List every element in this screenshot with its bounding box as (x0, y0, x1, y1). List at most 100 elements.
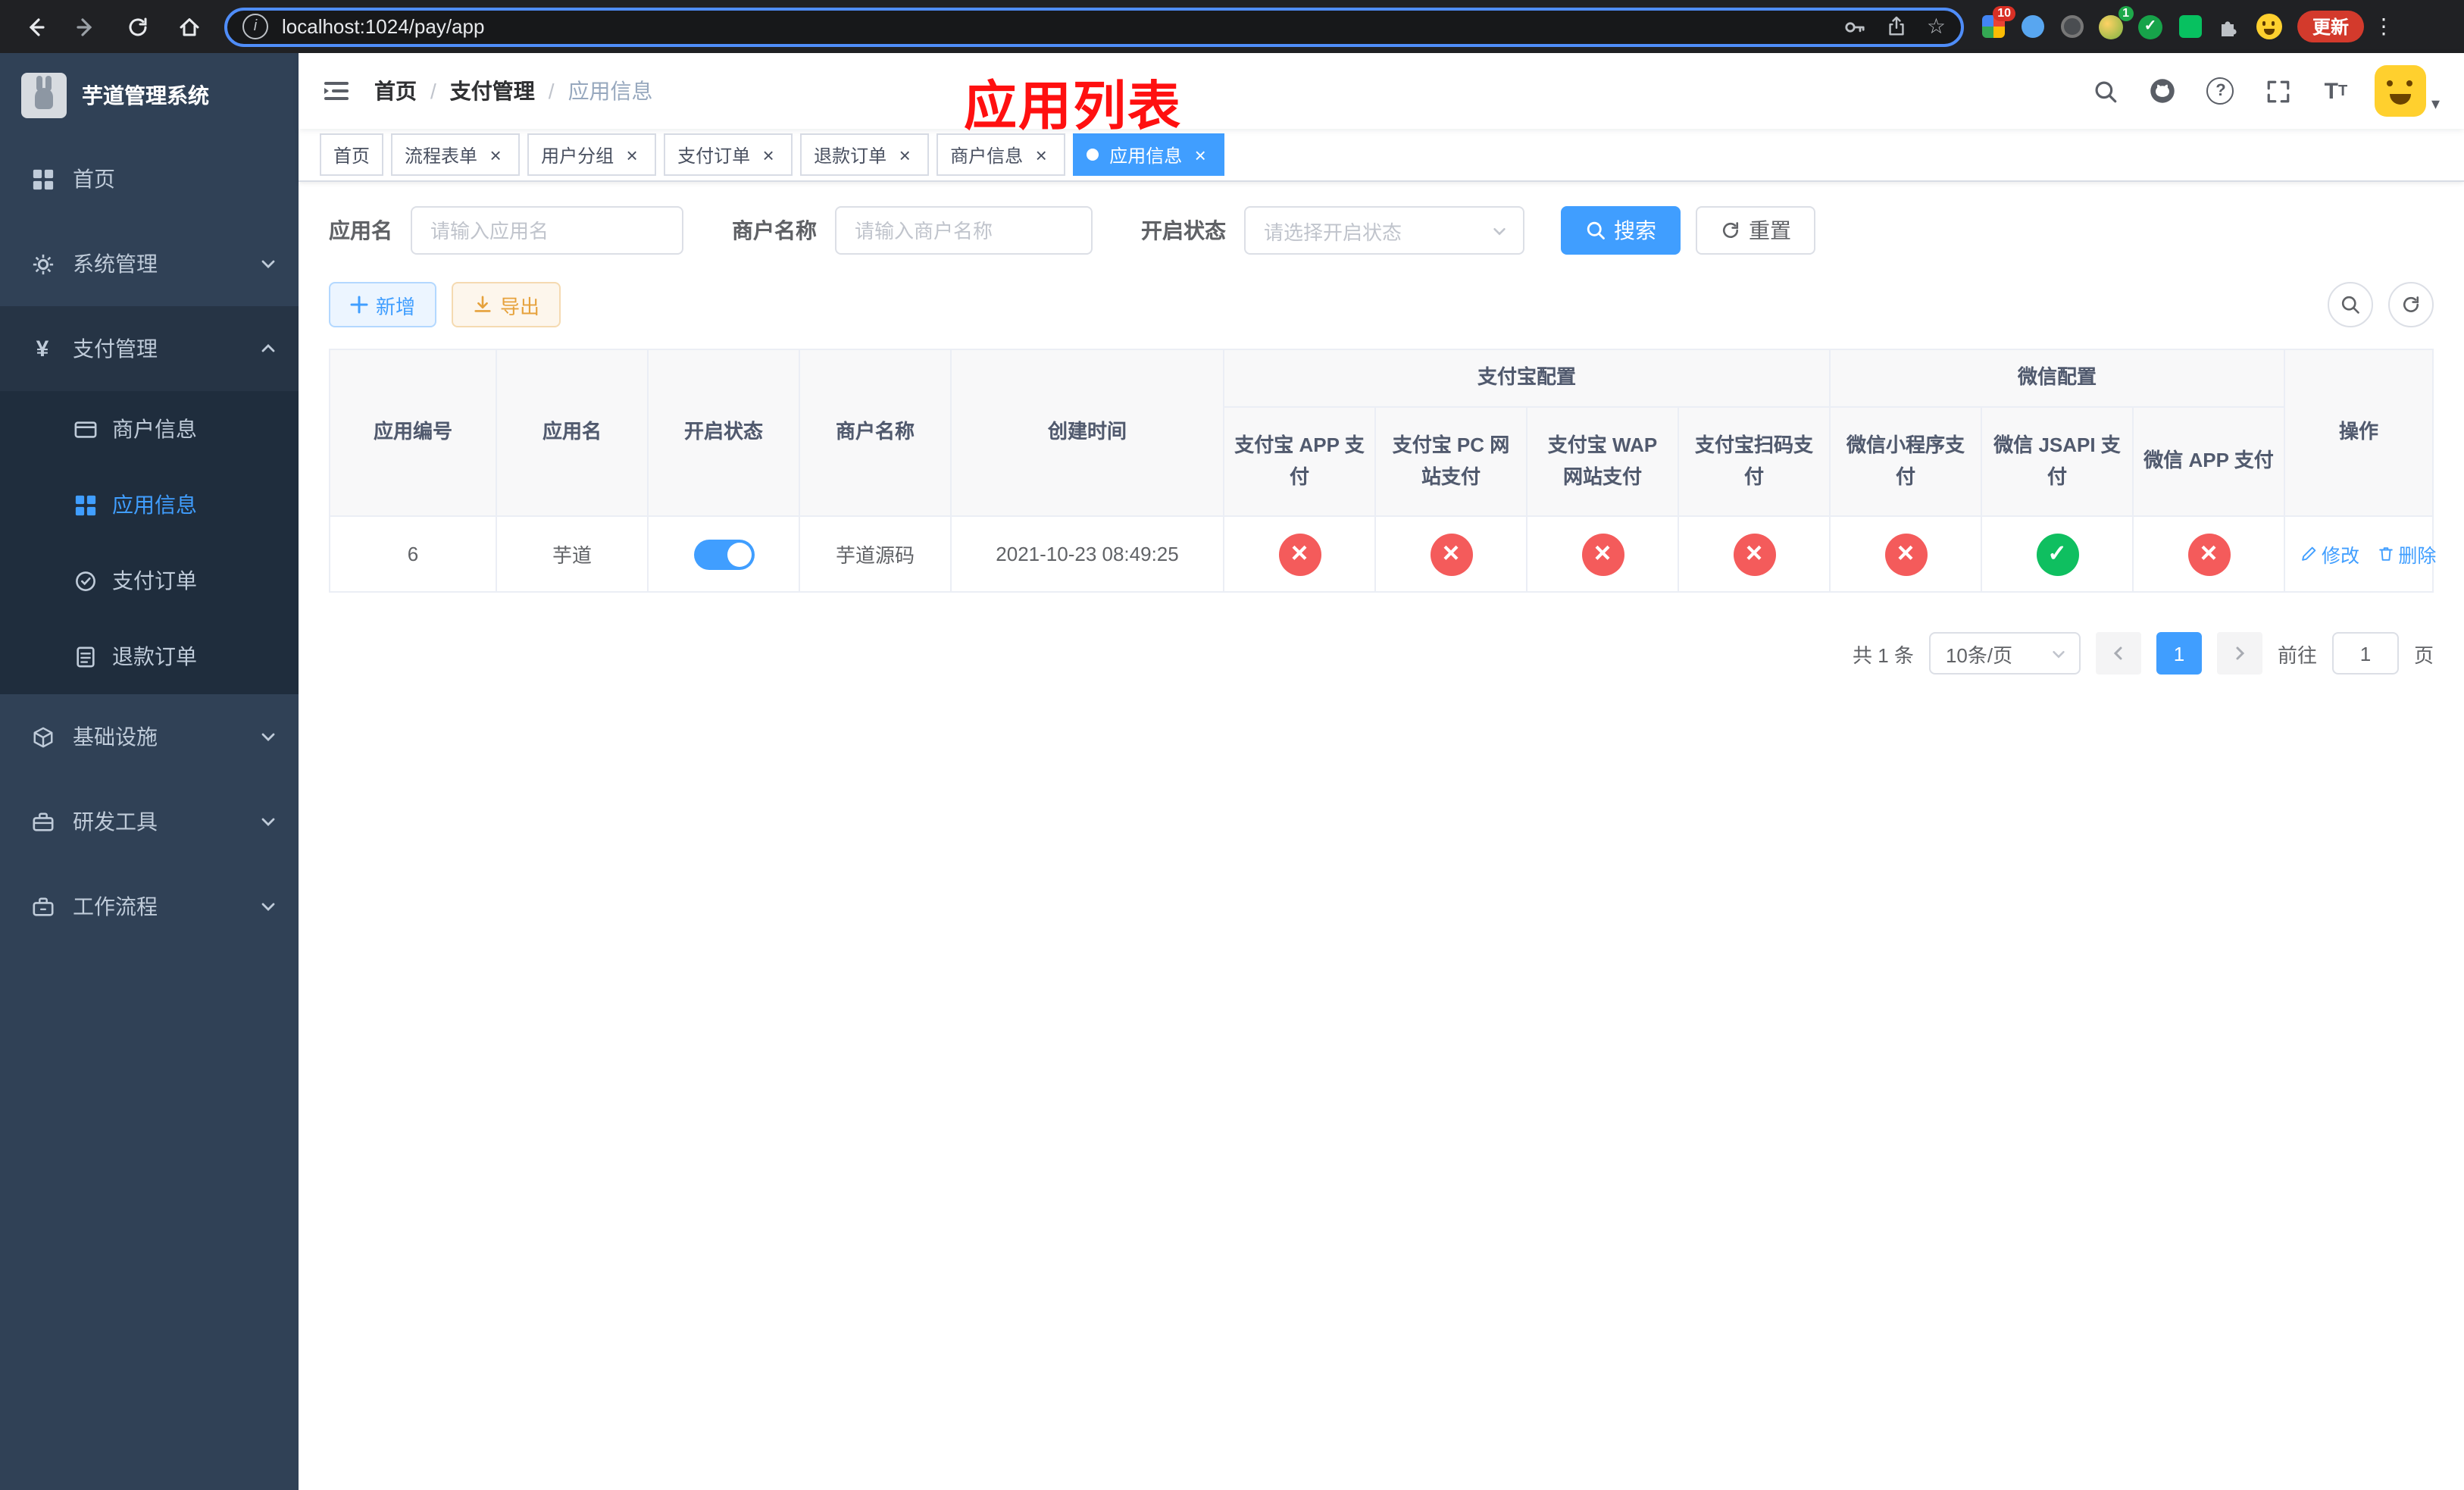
prev-page-button[interactable] (2095, 632, 2141, 675)
extension-grid-icon[interactable]: 10 (1979, 5, 2015, 40)
extension-avatar-icon[interactable]: 1 (2097, 5, 2134, 40)
fullscreen-icon[interactable] (2260, 73, 2297, 109)
url-text[interactable]: localhost:1024/pay/app (282, 15, 1843, 38)
app-logo[interactable]: 芋道管理系统 (0, 53, 299, 136)
extension-dark-circle-icon[interactable] (2058, 13, 2085, 40)
extension-drop-icon[interactable] (2018, 13, 2046, 40)
sidebar-item-merchant-info[interactable]: 商户信息 (0, 391, 299, 467)
sidebar-item-refund-order[interactable]: 退款订单 (0, 618, 299, 694)
logo-avatar (21, 72, 67, 117)
bookmark-star-icon[interactable]: ☆ (1927, 14, 1946, 39)
site-info-icon[interactable]: i (242, 14, 268, 39)
font-size-icon[interactable]: TT (2318, 73, 2354, 109)
next-page-button[interactable] (2216, 632, 2262, 675)
sidebar-item-home[interactable]: 首页 (0, 136, 299, 221)
sidebar-item-workflow[interactable]: 工作流程 (0, 864, 299, 949)
col-alipay-pc: 支付宝 PC 网站支付 (1375, 407, 1527, 517)
password-key-icon[interactable] (1843, 14, 1868, 39)
close-icon[interactable]: × (1190, 143, 1211, 166)
search-icon[interactable] (2087, 73, 2124, 109)
alipay-app-status-icon (1278, 533, 1321, 575)
sidebar-item-app-info[interactable]: 应用信息 (0, 467, 299, 543)
close-icon[interactable]: × (894, 143, 915, 166)
add-button[interactable]: 新增 (329, 282, 437, 327)
back-icon[interactable] (15, 7, 55, 46)
alipay-qr-status-icon (1733, 533, 1775, 575)
merchant-name-label: 商户名称 (732, 218, 817, 243)
close-icon[interactable]: × (621, 143, 643, 166)
breadcrumb-payment[interactable]: 支付管理 (450, 76, 535, 106)
address-bar[interactable]: i localhost:1024/pay/app ☆ (224, 7, 1964, 46)
tab-home[interactable]: 首页 (320, 133, 384, 176)
sidebar-item-infrastructure[interactable]: 基础设施 (0, 694, 299, 779)
goto-page-input[interactable] (2331, 632, 2399, 675)
app-name-label: 应用名 (329, 218, 392, 243)
refresh-icon[interactable] (2388, 282, 2434, 327)
tab-app-info[interactable]: 应用信息 × (1073, 133, 1225, 176)
close-icon[interactable]: × (485, 143, 506, 166)
help-icon[interactable]: ? (2203, 73, 2239, 109)
toggle-search-icon[interactable] (2328, 282, 2373, 327)
filter-form: 应用名 商户名称 开启状态 请选择开启状态 (329, 206, 2434, 255)
delete-link[interactable]: 删除 (2377, 540, 2436, 568)
sidebar-item-system[interactable]: 系统管理 (0, 221, 299, 306)
chevron-down-icon (259, 812, 277, 831)
edit-link[interactable]: 修改 (2300, 540, 2359, 568)
col-alipay-qr: 支付宝扫码支付 (1678, 407, 1831, 517)
merchant-name-input[interactable] (835, 206, 1093, 255)
browser-toolbar: i localhost:1024/pay/app ☆ 10 1 ✓ 更新 ⋮ (0, 0, 2464, 53)
search-button[interactable]: 搜索 (1561, 206, 1681, 255)
tab-user-group[interactable]: 用户分组 × (527, 133, 657, 176)
pagination: 共 1 条 10条/页 1 前往 1 页 (329, 632, 2434, 675)
sidebar: 芋道管理系统 首页 系统管理 ¥ 支付管理 商户信息 应用信息 支付订单 退款订… (0, 53, 299, 1490)
extension-badge: 10 (1993, 5, 2015, 20)
sidebar-item-payment[interactable]: ¥ 支付管理 (0, 306, 299, 391)
chevron-down-icon (1491, 222, 1508, 239)
status-toggle[interactable] (693, 539, 754, 569)
export-button[interactable]: 导出 (452, 282, 561, 327)
hamburger-icon[interactable] (299, 76, 374, 106)
col-merchant: 商户名称 (799, 349, 952, 517)
reset-button[interactable]: 重置 (1696, 206, 1815, 255)
tab-pay-order[interactable]: 支付订单 × (664, 133, 793, 176)
sidebar-item-dev-tools[interactable]: 研发工具 (0, 779, 299, 864)
tab-process-form[interactable]: 流程表单 × (391, 133, 521, 176)
github-icon[interactable] (2145, 73, 2181, 109)
app-name-input[interactable] (411, 206, 683, 255)
breadcrumb: 首页 / 支付管理 / 应用信息 (374, 76, 653, 106)
sidebar-item-pay-order[interactable]: 支付订单 (0, 543, 299, 618)
profile-avatar-icon[interactable] (2255, 13, 2282, 40)
page-number-button[interactable]: 1 (2156, 632, 2202, 675)
extension-wechat-icon[interactable] (2176, 13, 2203, 40)
browser-menu-icon[interactable]: ⋮ (2373, 14, 2394, 39)
col-wx-app: 微信 APP 支付 (2133, 407, 2286, 517)
close-icon[interactable]: × (1030, 143, 1052, 166)
close-icon[interactable]: × (758, 143, 779, 166)
alipay-wap-status-icon (1581, 533, 1624, 575)
table-row: 6 芋道 芋道源码 2021-10-23 08:49:25 × × × × × … (330, 516, 2436, 593)
status-select[interactable]: 请选择开启状态 (1244, 206, 1524, 255)
chevron-down-icon (259, 897, 277, 916)
app-table: 应用编号 应用名 开启状态 商户名称 创建时间 支付宝配置 微信配置 操作 支付… (329, 349, 2436, 593)
tab-merchant-info[interactable]: 商户信息 × (937, 133, 1066, 176)
home-icon[interactable] (170, 7, 209, 46)
page-size-select[interactable]: 10条/页 (1928, 632, 2081, 675)
share-icon[interactable] (1886, 15, 1909, 38)
reload-icon[interactable] (118, 7, 158, 46)
app-title: 芋道管理系统 (82, 83, 209, 107)
extension-check-circle-icon[interactable]: ✓ (2137, 13, 2164, 40)
tab-refund-order[interactable]: 退款订单 × (800, 133, 930, 176)
extensions-puzzle-icon[interactable] (2215, 13, 2243, 40)
cell-merchant: 芋道源码 (799, 516, 952, 593)
alipay-pc-status-icon (1430, 533, 1472, 575)
screen: i localhost:1024/pay/app ☆ 10 1 ✓ 更新 ⋮ 芋… (0, 0, 2464, 1490)
cell-app-id: 6 (330, 516, 497, 593)
browser-update-button[interactable]: 更新 (2297, 11, 2365, 42)
user-menu[interactable]: ▾ (2375, 65, 2440, 117)
breadcrumb-home[interactable]: 首页 (374, 76, 417, 106)
status-label: 开启状态 (1141, 218, 1226, 243)
col-alipay-app: 支付宝 APP 支付 (1224, 407, 1376, 517)
sidebar-menu: 首页 系统管理 ¥ 支付管理 商户信息 应用信息 支付订单 退款订单 基础设施 … (0, 136, 299, 1490)
forward-icon[interactable] (67, 7, 106, 46)
col-wx-jsapi: 微信 JSAPI 支付 (1981, 407, 2134, 517)
